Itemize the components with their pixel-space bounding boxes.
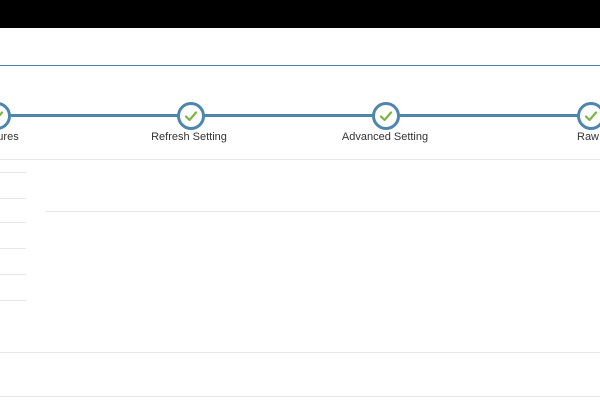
divider	[0, 159, 600, 160]
step-3-node[interactable]	[372, 102, 400, 130]
step-wizard: ures Refresh Setting Advanced Setting Ra…	[0, 66, 600, 159]
list-row-divider	[0, 222, 26, 223]
step-2-label[interactable]: Refresh Setting	[151, 131, 227, 143]
check-icon	[584, 111, 598, 122]
top-black-bar	[0, 0, 600, 28]
wizard-progress-track	[0, 114, 600, 117]
step-1-node[interactable]	[0, 102, 11, 130]
list-row-divider	[0, 248, 26, 249]
list-row-divider	[0, 300, 26, 301]
step-4-label[interactable]: Raw Table	[577, 131, 600, 143]
content-divider	[46, 211, 600, 212]
list-row-divider	[0, 172, 26, 173]
step-3-label[interactable]: Advanced Setting	[342, 131, 428, 143]
step-2-node[interactable]	[177, 102, 205, 130]
step-4-node[interactable]	[577, 102, 600, 130]
check-icon	[184, 111, 198, 122]
step-1-label[interactable]: ures	[0, 131, 19, 143]
check-icon	[379, 111, 393, 122]
list-row-divider	[0, 274, 26, 275]
list-row-divider	[0, 198, 26, 199]
check-icon	[0, 111, 4, 117]
divider	[0, 352, 600, 353]
divider	[0, 396, 600, 397]
